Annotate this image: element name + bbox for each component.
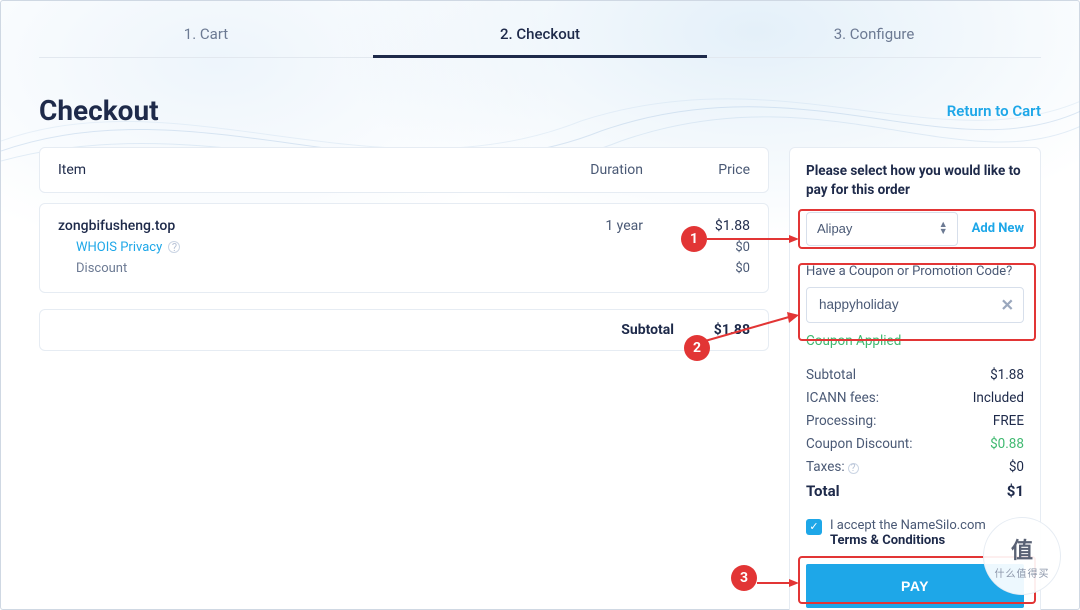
summary-icann-value: Included <box>973 390 1024 406</box>
whois-privacy-link[interactable]: WHOIS Privacy <box>76 240 162 255</box>
terms-text: I accept the NameSilo.com Terms & Condit… <box>830 518 1024 548</box>
subtotal-value: $1.88 <box>700 322 750 338</box>
cart-item-duration: 1 year <box>513 218 643 234</box>
help-icon[interactable]: ? <box>168 241 180 253</box>
payment-title: Please select how you would like to pay … <box>806 162 1024 200</box>
summary-coupon-label: Coupon Discount: <box>806 436 912 452</box>
summary-processing-value: FREE <box>993 413 1024 429</box>
coupon-label: Have a Coupon or Promotion Code? <box>806 264 1024 279</box>
summary-taxes-value: $0 <box>1009 459 1024 475</box>
help-icon[interactable]: ? <box>848 463 859 474</box>
summary-total-label: Total <box>806 482 840 500</box>
step-checkout[interactable]: 2. Checkout <box>373 11 707 57</box>
cart-header-row: Item Duration Price <box>39 147 769 193</box>
whois-price: $0 <box>513 240 750 255</box>
summary-icann-label: ICANN fees: <box>806 390 879 406</box>
summary-processing-label: Processing: <box>806 413 876 429</box>
payment-panel: Please select how you would like to pay … <box>789 147 1041 610</box>
summary-taxes-label: Taxes: <box>806 459 845 475</box>
step-cart[interactable]: 1. Cart <box>39 11 373 57</box>
col-header-duration: Duration <box>513 162 643 178</box>
summary-total-value: $1 <box>1007 482 1024 500</box>
discount-price: $0 <box>513 261 750 276</box>
summary-coupon-value: $0.88 <box>990 436 1024 452</box>
discount-label: Discount <box>58 261 513 276</box>
coupon-input[interactable] <box>806 287 1024 323</box>
col-header-item: Item <box>58 162 513 178</box>
col-header-price: Price <box>643 162 750 178</box>
terms-link[interactable]: Terms & Conditions <box>830 533 945 548</box>
cart-item-price: $1.88 <box>643 218 750 234</box>
page-title: Checkout <box>39 94 159 127</box>
checkout-steps: 1. Cart 2. Checkout 3. Configure <box>39 11 1041 58</box>
clear-coupon-icon[interactable]: ✕ <box>1001 295 1014 314</box>
terms-checkbox[interactable]: ✓ <box>806 519 822 535</box>
subtotal-panel: Subtotal $1.88 <box>39 309 769 351</box>
cart-item-name: zongbifusheng.top <box>58 218 513 234</box>
subtotal-label: Subtotal <box>621 322 674 338</box>
add-new-payment-link[interactable]: Add New <box>972 221 1024 236</box>
payment-method-select[interactable]: Alipay <box>806 212 958 246</box>
return-to-cart-link[interactable]: Return to Cart <box>947 102 1041 120</box>
coupon-applied-message: Coupon Applied <box>806 333 1024 349</box>
summary-subtotal-label: Subtotal <box>806 367 856 383</box>
step-configure[interactable]: 3. Configure <box>707 11 1041 57</box>
summary-subtotal-value: $1.88 <box>990 367 1024 383</box>
pay-button[interactable]: PAY <box>806 564 1024 608</box>
cart-item-row: zongbifusheng.top 1 year $1.88 WHOIS Pri… <box>39 203 769 293</box>
